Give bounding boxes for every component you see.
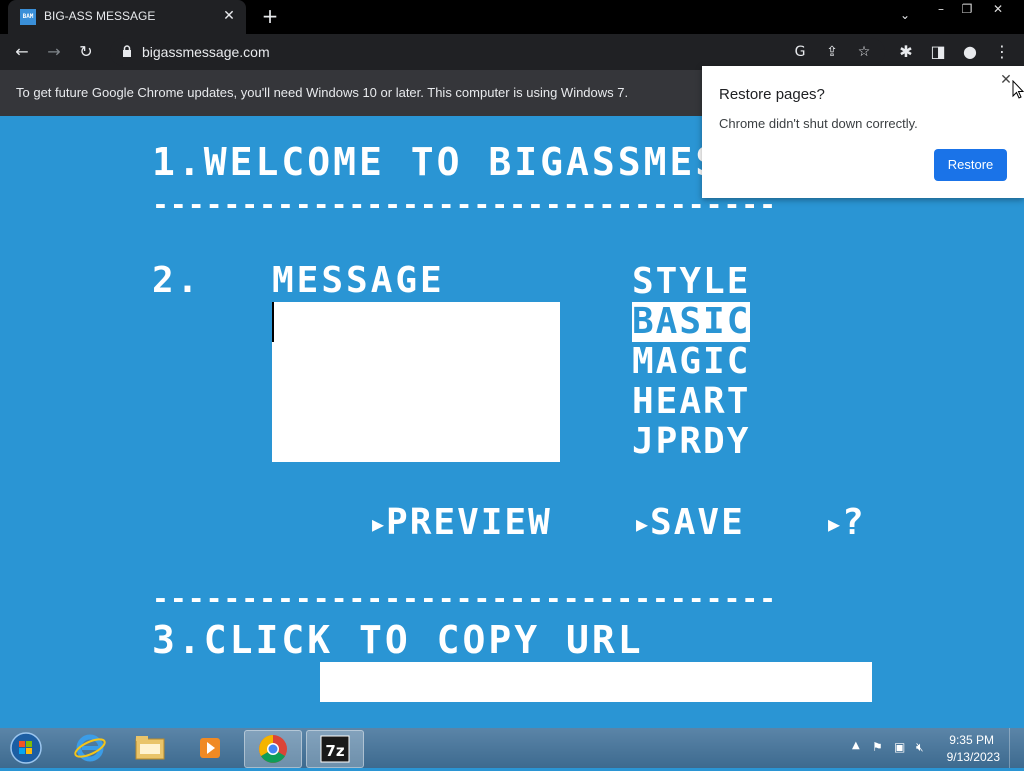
mouse-pointer-icon xyxy=(1012,80,1024,99)
text-cursor xyxy=(272,302,274,342)
address-bar[interactable]: bigassmessage.com G ⇪ ☆ xyxy=(110,38,885,66)
triangle-right-icon: ▶ xyxy=(828,512,843,536)
svg-text:7z: 7z xyxy=(325,742,344,760)
tab-search-icon[interactable]: ⌄ xyxy=(896,8,914,26)
restore-pages-dialog: Restore pages? Chrome didn't shut down c… xyxy=(702,66,1024,198)
tab-close-icon[interactable]: ✕ xyxy=(220,7,238,25)
browser-toolbar: ← → ↻ bigassmessage.com G ⇪ ☆ ✱ ◨ ● ⋮ xyxy=(0,34,1024,70)
taskbar-ie-icon[interactable] xyxy=(62,730,118,766)
dialog-title: Restore pages? xyxy=(719,86,825,103)
site-favicon-icon: BAM xyxy=(20,9,36,25)
menu-kebab-icon[interactable]: ⋮ xyxy=(990,40,1014,64)
minimize-button[interactable]: – xyxy=(928,0,954,18)
copy-url-field[interactable] xyxy=(320,662,872,702)
7zip-icon: 7z xyxy=(320,735,350,763)
google-lens-icon[interactable]: G xyxy=(790,42,810,62)
volume-muted-icon[interactable]: 🔇︎ xyxy=(916,740,924,755)
lock-icon xyxy=(123,45,131,57)
style-option-heart[interactable]: HEART xyxy=(632,382,750,422)
browser-tab[interactable]: BAM BIG-ASS MESSAGE ✕ xyxy=(8,0,246,34)
triangle-right-icon: ▶ xyxy=(372,512,387,536)
restore-window-button[interactable]: ❐ xyxy=(954,0,980,18)
style-option-magic[interactable]: MAGIC xyxy=(632,342,750,382)
divider-bottom: ----------------------------------- xyxy=(152,582,778,615)
extensions-icon[interactable]: ✱ xyxy=(894,40,918,64)
step1-heading: 1.WELCOME TO BIGASSMESS xyxy=(152,140,748,184)
restore-button[interactable]: Restore xyxy=(934,149,1007,181)
action-center-icon[interactable]: ⚑ xyxy=(872,740,883,754)
show-hidden-icons-icon[interactable]: ▲ xyxy=(852,740,860,751)
windows-taskbar: 7z ▲ ⚑ ▣ 🔇︎ 9:35 PM 9/13/2023 xyxy=(0,728,1024,768)
save-label: SAVE xyxy=(650,502,745,543)
triangle-right-icon: ▶ xyxy=(636,512,651,536)
tab-title: BIG-ASS MESSAGE xyxy=(44,9,156,23)
forward-icon[interactable]: → xyxy=(42,40,66,64)
side-panel-icon[interactable]: ◨ xyxy=(926,40,950,64)
show-desktop-button[interactable] xyxy=(1009,728,1024,768)
help-button[interactable]: ▶? xyxy=(828,502,866,543)
message-textarea[interactable] xyxy=(272,302,560,462)
page-content: 1.WELCOME TO BIGASSMESS ----------------… xyxy=(0,116,1024,728)
message-label: MESSAGE xyxy=(272,260,445,301)
system-tray: ▲ ⚑ ▣ 🔇︎ 9:35 PM 9/13/2023 xyxy=(834,728,1024,768)
chrome-icon xyxy=(259,735,287,763)
dialog-message: Chrome didn't shut down correctly. xyxy=(719,116,918,131)
profile-avatar-icon[interactable]: ● xyxy=(958,40,982,64)
reload-icon[interactable]: ↻ xyxy=(74,40,98,64)
preview-button[interactable]: ▶PREVIEW xyxy=(372,502,552,543)
start-button-icon[interactable] xyxy=(6,730,46,766)
style-label: STYLE xyxy=(632,261,751,302)
internet-explorer-icon xyxy=(74,734,106,762)
tab-strip: BAM BIG-ASS MESSAGE ✕ + ⌄ – ❐ ✕ xyxy=(0,0,1024,34)
back-icon[interactable]: ← xyxy=(10,40,34,64)
step3-heading: 3.CLICK TO COPY URL xyxy=(152,618,644,662)
url-text: bigassmessage.com xyxy=(142,44,270,60)
preview-label: PREVIEW xyxy=(386,502,552,543)
infobar-text: To get future Google Chrome updates, you… xyxy=(16,85,629,100)
help-label: ? xyxy=(842,502,866,543)
share-icon[interactable]: ⇪ xyxy=(822,42,842,62)
taskbar-explorer-icon[interactable] xyxy=(122,730,178,766)
taskbar-media-player-icon[interactable] xyxy=(182,730,238,766)
taskbar-chrome-icon[interactable] xyxy=(244,730,302,768)
bookmark-star-icon[interactable]: ☆ xyxy=(854,42,874,62)
folder-icon xyxy=(135,736,165,760)
clock-date[interactable]: 9/13/2023 xyxy=(947,750,1000,764)
media-player-icon xyxy=(200,738,220,758)
taskbar-7zip-icon[interactable]: 7z xyxy=(306,730,364,768)
close-window-button[interactable]: ✕ xyxy=(986,0,1010,18)
save-button[interactable]: ▶SAVE xyxy=(636,502,745,543)
clock-time[interactable]: 9:35 PM xyxy=(949,733,994,747)
step2-number: 2. xyxy=(152,260,202,301)
style-option-basic[interactable]: BASIC xyxy=(632,302,751,342)
style-option-jprdy[interactable]: JPRDY xyxy=(632,422,750,462)
network-icon[interactable]: ▣ xyxy=(894,740,905,754)
new-tab-button[interactable]: + xyxy=(258,4,282,28)
